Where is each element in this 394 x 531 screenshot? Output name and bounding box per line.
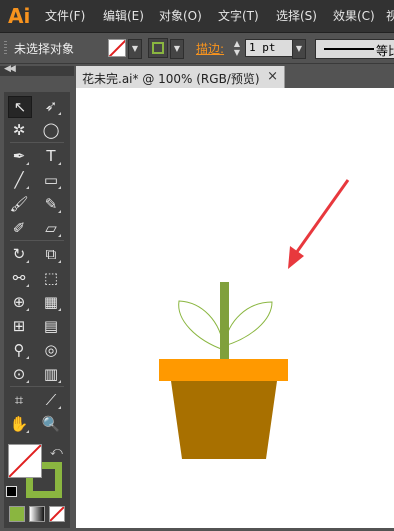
eyedropper-tool-icon[interactable]: ⚲ [8, 340, 30, 360]
document-tab-strip: 花未完.ai* @ 100% (RGB/预览) × [76, 66, 394, 88]
rectangle-tool-icon[interactable]: ▭ [40, 170, 62, 190]
plant-stem[interactable] [220, 282, 229, 360]
hand-tool-icon[interactable]: ✋ [8, 414, 30, 434]
gradient-mode-button[interactable] [29, 506, 45, 522]
column-graph-tool-icon[interactable]: ▥ [40, 364, 62, 384]
stroke-label-link[interactable]: 描边: [196, 40, 224, 57]
toolbar-header[interactable]: ◀◀ [0, 64, 74, 76]
rotate-tool-icon[interactable]: ↻ [8, 244, 30, 264]
default-fill-stroke-icon[interactable] [6, 486, 17, 497]
tool-separator [10, 142, 64, 143]
blob-brush-tool-icon[interactable]: ✐ [8, 218, 30, 238]
menu-view[interactable]: 视 [386, 7, 394, 24]
app-logo: Ai [8, 4, 31, 28]
width-tool-icon[interactable]: ⚯ [8, 268, 30, 288]
blend-tool-icon[interactable]: ◎ [40, 340, 62, 360]
annotation-arrow-head [288, 246, 304, 269]
mesh-tool-icon[interactable]: ⊞ [8, 316, 30, 336]
grip-icon[interactable] [4, 41, 7, 55]
left-leaf[interactable] [178, 300, 225, 351]
menu-file[interactable]: 文件(F) [45, 7, 85, 24]
menu-select[interactable]: 选择(S) [276, 7, 317, 24]
artboard-canvas[interactable] [76, 88, 394, 528]
artwork-svg [159, 179, 350, 459]
annotation-arrow-line [292, 179, 350, 257]
color-mode-button[interactable] [9, 506, 25, 522]
scale-tool-icon[interactable]: ⧉ [40, 244, 62, 264]
fill-color-box[interactable] [8, 444, 42, 478]
stroke-swatch[interactable] [148, 38, 168, 58]
slice-tool-icon[interactable]: ⟋ [40, 390, 62, 410]
document-tab-title: 花未完.ai* @ 100% (RGB/预览) [82, 72, 260, 86]
paintbrush-tool-icon[interactable]: 🖌 [8, 194, 30, 214]
artboard-tool-icon[interactable]: ⌗ [8, 390, 30, 410]
collapse-double-arrow-icon[interactable]: ◀◀ [4, 64, 16, 74]
fill-dropdown-icon[interactable]: ▼ [128, 39, 142, 59]
eraser-tool-icon[interactable]: ▱ [40, 218, 62, 238]
menu-object[interactable]: 对象(O) [159, 7, 202, 24]
close-icon[interactable]: × [267, 69, 278, 84]
selection-tool-icon[interactable]: ↖ [8, 96, 32, 118]
tool-separator [10, 240, 64, 241]
stroke-spinner-icon[interactable]: ▲ ▼ [231, 39, 243, 57]
control-bar: 未选择对象 ▼ ▼ 描边: ▲▼ 1 pt ▼ 等比 [0, 33, 394, 64]
tool-separator [10, 386, 64, 387]
menu-edit[interactable]: 编辑(E) [103, 7, 144, 24]
gradient-tool-icon[interactable]: ▤ [40, 316, 62, 336]
perspective-grid-tool-icon[interactable]: ▦ [40, 292, 62, 312]
pot-rim[interactable] [159, 359, 288, 381]
pen-tool-icon[interactable]: ✒ [8, 146, 30, 166]
zoom-tool-icon[interactable]: 🔍 [40, 414, 62, 434]
line-segment-tool-icon[interactable]: ╱ [8, 170, 30, 190]
free-transform-tool-icon[interactable]: ⬚ [40, 268, 62, 288]
direct-selection-tool-icon[interactable]: ➶ [40, 96, 62, 116]
profile-line-preview [324, 48, 374, 50]
variable-width-profile-select[interactable]: 等比 [315, 39, 394, 59]
selection-status: 未选择对象 [14, 42, 75, 56]
pencil-tool-icon[interactable]: ✎ [40, 194, 62, 214]
shape-builder-tool-icon[interactable]: ⊕ [8, 292, 30, 312]
stroke-dropdown-icon[interactable]: ▼ [170, 39, 184, 59]
symbol-sprayer-tool-icon[interactable]: ⊙ [8, 364, 30, 384]
none-mode-button[interactable] [49, 506, 65, 522]
menu-type[interactable]: 文字(T) [218, 7, 259, 24]
type-tool-icon[interactable]: T [40, 146, 62, 166]
profile-label: 等比 [376, 44, 394, 58]
lasso-tool-icon[interactable]: ◯ [40, 120, 62, 140]
fill-none-swatch[interactable] [108, 39, 126, 57]
right-leaf[interactable] [223, 301, 273, 347]
stroke-weight-dropdown-icon[interactable]: ▼ [292, 39, 306, 59]
stroke-weight-input[interactable]: 1 pt [245, 39, 294, 57]
magic-wand-tool-icon[interactable]: ✲ [8, 120, 30, 140]
swap-fill-stroke-icon[interactable]: ⤺ [50, 444, 63, 459]
menu-bar: Ai 文件(F) 编辑(E) 对象(O) 文字(T) 选择(S) 效果(C) 视 [0, 0, 394, 33]
document-tab[interactable]: 花未完.ai* @ 100% (RGB/预览) × [76, 66, 285, 88]
menu-effect[interactable]: 效果(C) [333, 7, 375, 24]
pot-body[interactable] [171, 381, 277, 459]
